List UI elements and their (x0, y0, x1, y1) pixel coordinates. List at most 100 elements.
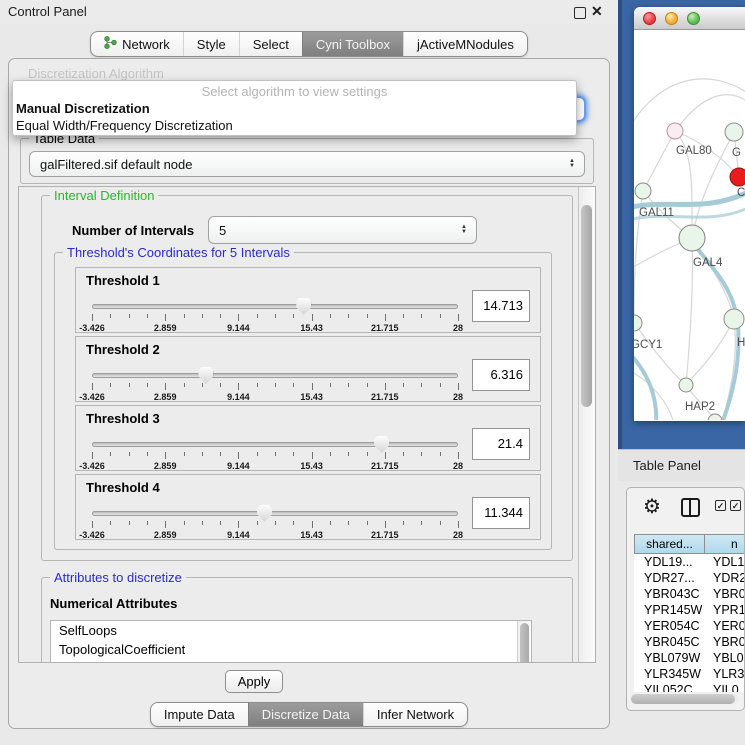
tick-mark (421, 452, 422, 456)
threshold-slider[interactable]: -3.4262.8599.14415.4321.71528 (92, 505, 458, 539)
table-row[interactable]: YBR043CYBR0 (634, 586, 745, 602)
popup-option-manual-discretization[interactable]: Manual Discretization (13, 100, 576, 117)
tab-select[interactable]: Select (239, 32, 302, 56)
slider-track[interactable] (92, 304, 458, 309)
tick-mark (440, 452, 441, 456)
scale-label: 21.715 (371, 323, 399, 333)
tick-mark (129, 383, 130, 387)
cell-shared-name: YBL079W (634, 650, 705, 666)
slider-track[interactable] (92, 511, 458, 516)
network-node-gal80[interactable] (667, 123, 683, 139)
scale-label: 28 (453, 530, 463, 540)
slider-handle[interactable] (257, 505, 272, 522)
scrollbar-thumb[interactable] (631, 694, 735, 704)
threshold-slider[interactable]: -3.4262.8599.14415.4321.71528 (92, 436, 458, 470)
column-header-name[interactable]: n (705, 534, 745, 554)
network-window-titlebar[interactable] (634, 7, 745, 30)
numerical-attributes-list[interactable]: SelfLoopsTopologicalCoefficientBetweenne… (50, 620, 532, 663)
table-row[interactable]: YLR345WYLR3 (634, 666, 745, 682)
columns-icon[interactable] (681, 498, 700, 517)
tab-network[interactable]: Network (91, 32, 183, 56)
table-row[interactable]: YDL19...YDL1 (634, 554, 745, 570)
gear-icon[interactable]: ⚙ (643, 494, 661, 520)
tab-impute-data[interactable]: Impute Data (151, 703, 248, 726)
tick-mark (421, 314, 422, 318)
network-node-h[interactable] (724, 309, 744, 329)
tick-mark (220, 314, 221, 318)
threshold-value-field[interactable]: 11.344 (472, 497, 530, 529)
cell-shared-name: YDL19... (634, 554, 705, 570)
scrollbar-thumb[interactable] (581, 205, 592, 407)
cell-shared-name: YIL052C (634, 682, 705, 692)
cell-shared-name: YBR045C (634, 634, 705, 650)
network-node-g[interactable] (725, 123, 743, 141)
threshold-value-field[interactable]: 14.713 (472, 290, 530, 322)
cell-shared-name: YBR043C (634, 586, 705, 602)
table-row[interactable]: YDR27...YDR2 (634, 570, 745, 586)
tick-mark (293, 521, 294, 525)
scrollbar-thumb[interactable] (520, 623, 529, 663)
table-row[interactable]: YER054CYER0 (634, 618, 745, 634)
float-window-icon[interactable] (574, 7, 586, 19)
number-of-intervals-combobox[interactable]: 5 ▲▼ (208, 216, 477, 244)
table-data-combobox[interactable]: galFiltered.sif default node ▲▼ (29, 151, 585, 177)
thresholds-group: Threshold's Coordinates for 5 Intervals … (54, 252, 552, 550)
zoom-traffic-light[interactable] (687, 12, 700, 25)
slider-track[interactable] (92, 442, 458, 447)
network-node-gal11[interactable] (635, 183, 651, 199)
checkbox-icon[interactable]: ✓ (730, 500, 741, 511)
table-row[interactable]: YIL052CYIL0 (634, 682, 745, 692)
slider-handle[interactable] (198, 367, 213, 384)
close-traffic-light[interactable] (643, 12, 656, 25)
apply-button[interactable]: Apply (225, 670, 283, 693)
popup-option-equal-width-frequency-discretization[interactable]: Equal Width/Frequency Discretization (13, 117, 576, 134)
cell-shared-name: YLR345W (634, 666, 705, 682)
network-view-window: GAL80GCGAL11GAL4GCY1HHAP2 (634, 7, 745, 421)
tick-mark (184, 452, 185, 456)
tick-mark (202, 314, 203, 318)
tick-mark (110, 314, 111, 318)
close-icon[interactable]: ✕ (591, 3, 603, 20)
tick-mark (275, 521, 276, 525)
table-row[interactable]: YPR145WYPR1 (634, 602, 745, 618)
settings-vertical-scrollbar[interactable] (578, 187, 595, 662)
tab-infer-network[interactable]: Infer Network (363, 703, 467, 726)
attributes-list-scrollbar[interactable] (517, 621, 531, 663)
tab-cyni-toolbox[interactable]: Cyni Toolbox (302, 32, 403, 56)
network-node-gcy1[interactable] (634, 315, 642, 331)
table-row[interactable]: YBL079WYBL0 (634, 650, 745, 666)
threshold-slider[interactable]: -3.4262.8599.14415.4321.71528 (92, 367, 458, 401)
tick-mark (165, 383, 166, 390)
network-node-gal4[interactable] (679, 225, 705, 251)
tab-style[interactable]: Style (183, 32, 239, 56)
slider-track[interactable] (92, 373, 458, 378)
table-row[interactable]: YBR045CYBR0 (634, 634, 745, 650)
scale-label: 21.715 (371, 530, 399, 540)
network-node-hap2[interactable] (679, 378, 693, 392)
thresholds-group-title: Threshold's Coordinates for 5 Intervals (63, 245, 294, 260)
table-panel-titlebar: Table Panel (618, 449, 745, 481)
threshold-row: Threshold 1 -3.4262.8599.14415.4321.7152… (75, 267, 541, 333)
column-header-shared-name[interactable]: shared... (634, 534, 705, 554)
tab-discretize-data[interactable]: Discretize Data (248, 703, 363, 726)
tick-mark (330, 383, 331, 387)
cell-name: YBL0 (705, 650, 745, 666)
attribute-item-selfloops[interactable]: SelfLoops (51, 621, 531, 640)
table-toolbar: ⚙ ✓ ✓ (627, 494, 744, 524)
node-label: GAL4 (693, 257, 723, 269)
network-canvas[interactable]: GAL80GCGAL11GAL4GCY1HHAP2 (634, 30, 745, 420)
network-node-c[interactable] (730, 168, 745, 186)
slider-handle[interactable] (296, 298, 311, 315)
tab-jactivemnodules[interactable]: jActiveMNodules (403, 32, 527, 56)
threshold-value-field[interactable]: 6.316 (472, 359, 530, 391)
checkbox-icon[interactable]: ✓ (715, 500, 726, 511)
node-label: GCY1 (634, 339, 662, 351)
threshold-value-field[interactable]: 21.4 (472, 428, 530, 460)
node-table: shared... n YDL19...YDL1YDR27...YDR2YBR0… (634, 534, 745, 692)
attribute-item-topologicalcoefficient[interactable]: TopologicalCoefficient (51, 640, 531, 659)
minimize-traffic-light[interactable] (665, 12, 678, 25)
attribute-item-betweennesscentrality[interactable]: BetweennessCentrality (51, 659, 531, 663)
threshold-slider[interactable]: -3.4262.8599.14415.4321.71528 (92, 298, 458, 332)
table-horizontal-scrollbar[interactable] (631, 694, 739, 704)
slider-handle[interactable] (374, 436, 389, 453)
